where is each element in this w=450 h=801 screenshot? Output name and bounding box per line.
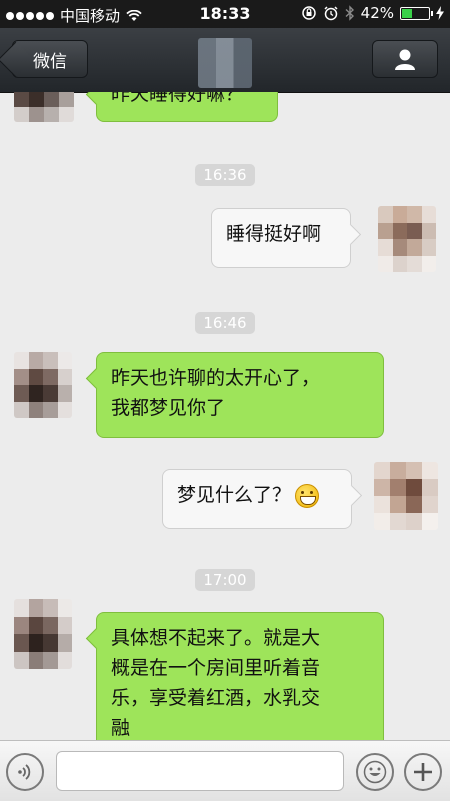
message-input[interactable] bbox=[56, 751, 344, 791]
grin-emoji-icon bbox=[295, 483, 320, 508]
timestamp-label: 16:46 bbox=[195, 312, 255, 334]
alarm-icon bbox=[324, 6, 338, 21]
nav-bar: 微信 bbox=[0, 28, 450, 93]
my-avatar[interactable] bbox=[374, 462, 438, 530]
profile-icon bbox=[395, 49, 415, 70]
voice-button[interactable] bbox=[6, 753, 44, 791]
status-bar: 中国移动 18:33 42% bbox=[0, 0, 450, 28]
message-text: 梦见什么了？ bbox=[177, 484, 292, 506]
contact-avatar-small[interactable] bbox=[14, 599, 72, 669]
timestamp-label: 17:00 bbox=[195, 569, 255, 591]
message-bubble-incoming[interactable]: 具体想不起来了。就是大 概是在一个房间里听着音 乐，享受着红酒，水乳交 融 bbox=[96, 612, 384, 740]
my-avatar[interactable] bbox=[378, 206, 436, 272]
back-button-label: 微信 bbox=[33, 51, 67, 72]
plus-button[interactable] bbox=[404, 753, 442, 791]
timestamp: 17:00 bbox=[0, 569, 450, 591]
message-text: 具体想不起来了。就是大 概是在一个房间里听着音 乐，享受着红酒，水乳交 融 bbox=[111, 627, 321, 739]
message-text: 昨天也许聊的太开心了， 我都梦见你了 bbox=[111, 367, 321, 419]
contact-avatar-small[interactable] bbox=[14, 352, 72, 418]
rotation-lock-icon bbox=[301, 6, 316, 20]
message-bubble-outgoing[interactable]: 睡得挺好啊 bbox=[211, 208, 351, 268]
message-bubble-incoming[interactable]: 昨天也许聊的太开心了， 我都梦见你了 bbox=[96, 352, 384, 438]
battery-icon bbox=[400, 6, 433, 20]
contact-avatar[interactable] bbox=[198, 38, 252, 88]
battery-percent: 42% bbox=[360, 4, 394, 22]
message-bubble-outgoing[interactable]: 梦见什么了？ bbox=[162, 469, 352, 529]
emoji-button[interactable] bbox=[356, 753, 394, 791]
message-text: 睡得挺好啊 bbox=[226, 223, 322, 245]
voice-icon bbox=[18, 764, 31, 780]
contact-avatar-small[interactable] bbox=[14, 92, 74, 122]
bluetooth-icon bbox=[345, 5, 354, 21]
input-bar bbox=[0, 740, 450, 801]
timestamp: 16:46 bbox=[0, 312, 450, 334]
status-right: 42% bbox=[301, 4, 444, 22]
profile-button[interactable] bbox=[372, 40, 438, 78]
message-bubble-incoming[interactable]: 昨天睡得好嘛？ bbox=[96, 92, 278, 122]
back-button[interactable]: 微信 bbox=[12, 40, 88, 78]
chat-area[interactable]: 昨天睡得好嘛？ 16:36 睡得挺好啊 16:46 昨天也许聊的太开心了， 我都… bbox=[0, 92, 450, 740]
message-text: 昨天睡得好嘛？ bbox=[111, 92, 245, 105]
timestamp: 16:36 bbox=[0, 164, 450, 186]
timestamp-label: 16:36 bbox=[195, 164, 255, 186]
charging-icon bbox=[436, 6, 444, 20]
emoji-icon bbox=[363, 760, 387, 784]
plus-icon bbox=[414, 763, 432, 781]
